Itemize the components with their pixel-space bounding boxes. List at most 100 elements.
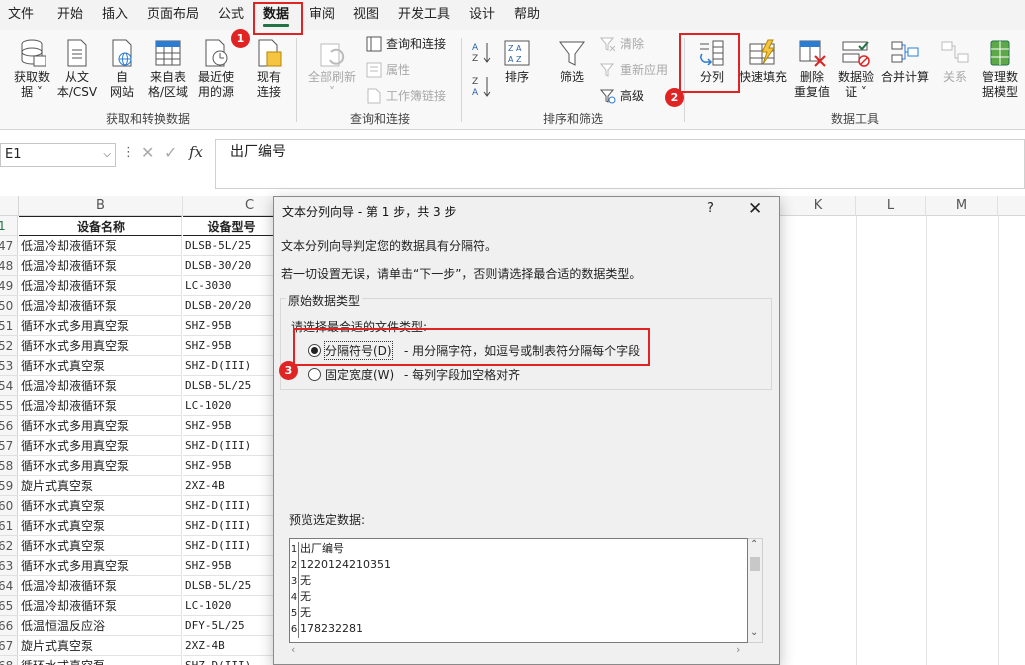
tab-file[interactable]: 文件 (8, 0, 34, 30)
remove-duplicates-button[interactable]: 删除 重复值 (791, 38, 833, 100)
from-web-button[interactable]: 自网站 (102, 38, 142, 100)
cell-equipment-name[interactable]: 循环水式多用真空泵 (19, 436, 182, 456)
consolidate-button[interactable]: 合并计算 (879, 38, 931, 85)
row-header[interactable]: 48 (0, 256, 18, 276)
cell-equipment-model[interactable]: DLSB-20/20 (183, 296, 278, 316)
row-header[interactable]: 1 (0, 216, 18, 236)
refresh-all-button[interactable]: 全部刷新 ˅ (304, 38, 360, 100)
cell-equipment-model[interactable]: SHZ-95B (183, 456, 278, 476)
cell-equipment-name[interactable]: 低温恒温反应浴 (19, 616, 182, 636)
recent-sources-button[interactable]: 最近使 用的源 (193, 38, 239, 100)
cell-equipment-name[interactable]: 循环水式真空泵 (19, 516, 182, 536)
scroll-left-icon[interactable]: ‹ (291, 643, 295, 656)
row-header[interactable]: 60 (0, 496, 18, 516)
preview-vertical-scrollbar[interactable]: ⌃ ⌄ (748, 538, 763, 643)
manage-data-model-button[interactable]: 管理数 据模型 (977, 38, 1023, 100)
cell-equipment-name[interactable]: 低温冷却液循环泵 (19, 296, 182, 316)
cell-equipment-name[interactable]: 循环水式真空泵 (19, 536, 182, 556)
column-header-m[interactable]: M (926, 196, 998, 216)
row-header[interactable]: 65 (0, 596, 18, 616)
insert-function-icon[interactable]: fx (189, 143, 203, 161)
cancel-icon[interactable]: ✕ (141, 143, 154, 162)
cell-equipment-name[interactable]: 循环水式多用真空泵 (19, 336, 182, 356)
cell-equipment-name[interactable]: 低温冷却液循环泵 (19, 396, 182, 416)
queries-connections-button[interactable]: 查询和连接 (366, 34, 446, 54)
properties-button[interactable]: 属性 (366, 60, 410, 80)
row-header[interactable]: 67 (0, 636, 18, 656)
from-text-csv-button[interactable]: 从文 本/CSV (54, 38, 100, 100)
tab-design[interactable]: 设计 (469, 0, 495, 30)
row-header[interactable]: 58 (0, 456, 18, 476)
cell-equipment-model[interactable]: SHZ-D(III) (183, 656, 278, 665)
cell-equipment-model[interactable]: SHZ-D(III) (183, 516, 278, 536)
cell-equipment-name[interactable]: 低温冷却液循环泵 (19, 576, 182, 596)
get-data-button[interactable]: 获取数据 ˅ (10, 38, 54, 100)
reapply-button[interactable]: 重新应用 (600, 60, 668, 80)
more-options-icon[interactable]: ⋮ (122, 145, 135, 160)
select-all-corner[interactable] (0, 196, 19, 216)
cell-equipment-name[interactable]: 低温冷却液循环泵 (19, 596, 182, 616)
row-header[interactable]: 47 (0, 236, 18, 256)
scroll-thumb[interactable] (750, 557, 760, 571)
cell-equipment-model[interactable]: SHZ-95B (183, 336, 278, 356)
scroll-right-icon[interactable]: › (736, 643, 740, 656)
relationships-button[interactable]: 关系 (937, 38, 973, 85)
cell-equipment-model[interactable]: DLSB-5L/25 (183, 236, 278, 256)
tab-home[interactable]: 开始 (57, 0, 83, 30)
cell-equipment-name[interactable]: 循环水式多用真空泵 (19, 416, 182, 436)
cell-equipment-model[interactable]: SHZ-95B (183, 416, 278, 436)
row-header[interactable]: 62 (0, 536, 18, 556)
scroll-down-icon[interactable]: ⌄ (750, 627, 758, 638)
cell-equipment-name[interactable]: 低温冷却液循环泵 (19, 276, 182, 296)
row-header[interactable]: 56 (0, 416, 18, 436)
sort-desc-button[interactable]: ZA (470, 74, 494, 100)
cell-equipment-model[interactable]: LC-3030 (183, 276, 278, 296)
sort-button[interactable]: Z A A Z 排序 (501, 38, 533, 85)
cell-equipment-name[interactable]: 循环水式多用真空泵 (19, 316, 182, 336)
header-cell-equipment-name[interactable]: 设备名称 (19, 216, 182, 236)
cell-equipment-model[interactable]: SHZ-95B (183, 316, 278, 336)
header-cell-equipment-model[interactable]: 设备型号 (183, 216, 278, 236)
existing-connections-button[interactable]: 现有 连接 (250, 38, 288, 100)
filter-button[interactable]: 筛选 (556, 38, 588, 85)
help-icon[interactable]: ? (707, 201, 714, 216)
cell-equipment-model[interactable]: LC-1020 (183, 396, 278, 416)
fixed-width-radio[interactable] (308, 368, 321, 381)
cell-equipment-name[interactable]: 低温冷却液循环泵 (19, 376, 182, 396)
cell-equipment-name[interactable]: 低温冷却液循环泵 (19, 236, 182, 256)
cell-equipment-model[interactable]: SHZ-95B (183, 556, 278, 576)
row-header[interactable]: 54 (0, 376, 18, 396)
cell-equipment-name[interactable]: 低温冷却液循环泵 (19, 256, 182, 276)
cell-equipment-name[interactable]: 循环水式多用真空泵 (19, 556, 182, 576)
row-header[interactable]: 63 (0, 556, 18, 576)
tab-formulas[interactable]: 公式 (218, 0, 244, 30)
flash-fill-button[interactable]: 快速填充 (738, 38, 788, 85)
cell-equipment-model[interactable]: DLSB-5L/25 (183, 376, 278, 396)
clear-button[interactable]: 清除 (600, 34, 644, 54)
row-header[interactable]: 64 (0, 576, 18, 596)
cell-equipment-name[interactable]: 旋片式真空泵 (19, 476, 182, 496)
cell-equipment-name[interactable]: 循环水式真空泵 (19, 656, 182, 665)
advanced-button[interactable]: 高级 (600, 86, 644, 106)
sort-asc-button[interactable]: AZ (470, 40, 494, 66)
column-header-b[interactable]: B (19, 196, 183, 216)
name-box[interactable]: E1 ⌵ (0, 143, 116, 167)
tab-review[interactable]: 审阅 (309, 0, 335, 30)
chevron-down-icon[interactable]: ⌵ (103, 144, 111, 166)
cell-equipment-model[interactable]: SHZ-D(III) (183, 536, 278, 556)
row-header[interactable]: 57 (0, 436, 18, 456)
from-table-button[interactable]: 来自表 格/区域 (145, 38, 191, 100)
tab-view[interactable]: 视图 (353, 0, 379, 30)
preview-pane[interactable]: 1 出厂编号 2 1220124210351 3 无 4 无 5 无 6 178232281 (289, 538, 748, 643)
column-header-l[interactable]: L (856, 196, 926, 216)
cell-equipment-model[interactable]: DLSB-5L/25 (183, 576, 278, 596)
cell-equipment-model[interactable]: DLSB-30/20 (183, 256, 278, 276)
cell-equipment-model[interactable]: 2XZ-4B (183, 476, 278, 496)
cell-equipment-name[interactable]: 旋片式真空泵 (19, 636, 182, 656)
workbook-links-button[interactable]: 工作簿链接 (366, 86, 446, 106)
row-header[interactable]: 50 (0, 296, 18, 316)
cell-equipment-model[interactable]: LC-1020 (183, 596, 278, 616)
row-header[interactable]: 59 (0, 476, 18, 496)
scroll-up-icon[interactable]: ⌃ (750, 539, 758, 550)
fixed-width-label[interactable]: 固定宽度(W) (325, 366, 394, 383)
